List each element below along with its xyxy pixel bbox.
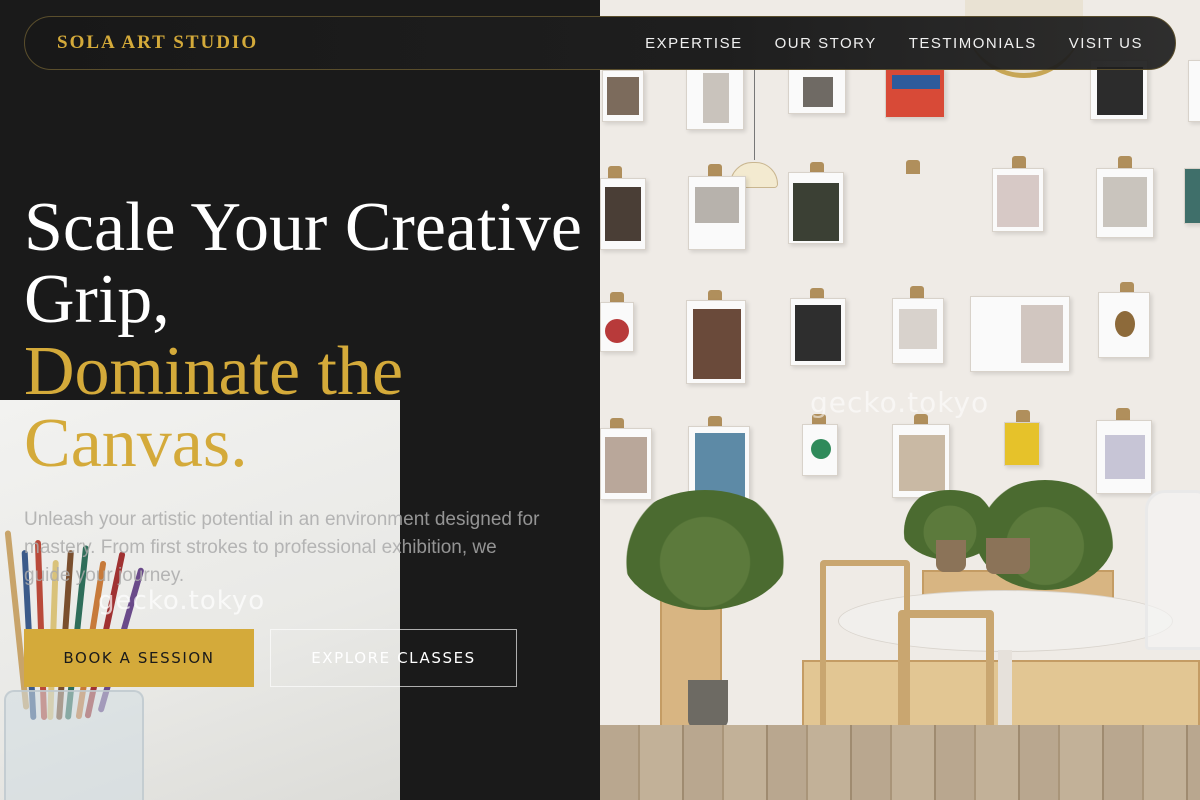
headline-line-1: Scale Your Creative	[24, 189, 582, 266]
wall-magazine	[1188, 60, 1200, 122]
wall-magazine	[1098, 292, 1150, 358]
wall-clip	[906, 160, 920, 174]
hero-headline: Scale Your Creative Grip, Dominate the C…	[24, 192, 624, 480]
potted-plant	[620, 490, 790, 610]
nav-link-our-story[interactable]: OUR STORY	[775, 35, 877, 52]
wall-magazine	[892, 298, 944, 364]
lamp-cord	[754, 70, 755, 160]
wall-magazine	[686, 66, 744, 130]
wooden-floor	[600, 725, 1200, 800]
nav-link-visit-us[interactable]: VISIT US	[1069, 35, 1143, 52]
headline-line-2: Grip,	[24, 261, 170, 338]
wall-magazine	[802, 424, 838, 476]
wall-magazine	[1004, 422, 1040, 466]
plant-pot	[986, 538, 1030, 574]
nav-link-testimonials[interactable]: TESTIMONIALS	[909, 35, 1037, 52]
hero-subtext: Unleash your artistic potential in an en…	[24, 509, 540, 586]
wall-magazine	[1096, 420, 1152, 494]
plant-pot	[688, 680, 728, 728]
wall-magazine	[892, 424, 950, 498]
photo-watermark: gecko.tokyo	[98, 586, 266, 616]
wall-magazine	[1184, 168, 1200, 224]
glass-jar	[4, 690, 144, 800]
wall-magazine	[992, 168, 1044, 232]
hero-photo-gallery-wall: gecko.tokyo	[600, 0, 1200, 800]
plant-pot	[936, 540, 966, 572]
headline-accent-line-2: Canvas.	[24, 405, 248, 482]
wall-magazine	[686, 300, 746, 384]
wall-magazine	[788, 66, 846, 114]
wall-magazine	[885, 68, 945, 118]
wall-magazine	[788, 172, 844, 244]
nav-link-expertise[interactable]: EXPERTISE	[645, 35, 742, 52]
main-nav: EXPERTISE OUR STORY TESTIMONIALS VISIT U…	[645, 35, 1143, 52]
wall-magazine	[688, 176, 746, 250]
headline-accent-line-1: Dominate the	[24, 333, 404, 410]
book-session-button[interactable]: BOOK A SESSION	[24, 629, 254, 687]
photo-watermark: gecko.tokyo	[810, 386, 990, 419]
wall-magazine	[602, 70, 644, 122]
site-header: SOLA ART STUDIO EXPERTISE OUR STORY TEST…	[24, 16, 1176, 70]
vintage-scale	[1145, 490, 1200, 650]
brand-logo[interactable]: SOLA ART STUDIO	[57, 32, 258, 54]
wall-magazine	[1096, 168, 1154, 238]
hero-section: Scale Your Creative Grip, Dominate the C…	[24, 192, 624, 480]
explore-classes-button[interactable]: EXPLORE CLASSES	[270, 629, 517, 687]
wall-magazine	[970, 296, 1070, 372]
wall-magazine	[790, 298, 846, 366]
